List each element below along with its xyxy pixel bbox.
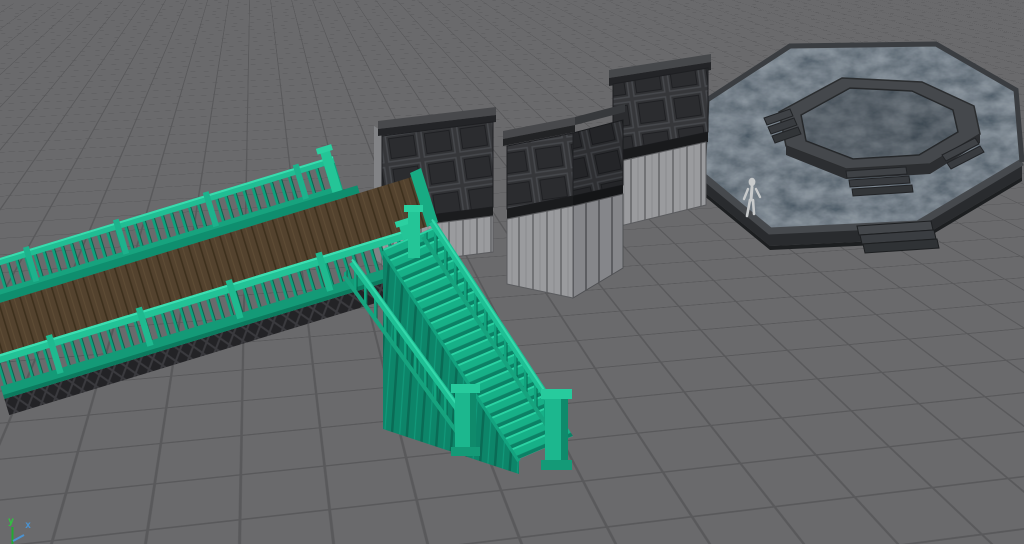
wall-segment-middle[interactable]: [503, 104, 625, 299]
ring-steps-bottom: [845, 166, 914, 197]
axis-gizmo: y x: [8, 516, 31, 544]
octagonal-platform[interactable]: [700, 41, 1024, 254]
scene-objects: [0, 41, 1024, 474]
rim-steps-front: [856, 220, 940, 254]
wall-segment-right[interactable]: [609, 54, 711, 228]
y-axis-label: y: [8, 516, 14, 527]
x-axis-label: x: [25, 520, 31, 531]
viewport[interactable]: y x: [0, 0, 1024, 544]
x-axis-line: [12, 534, 25, 542]
